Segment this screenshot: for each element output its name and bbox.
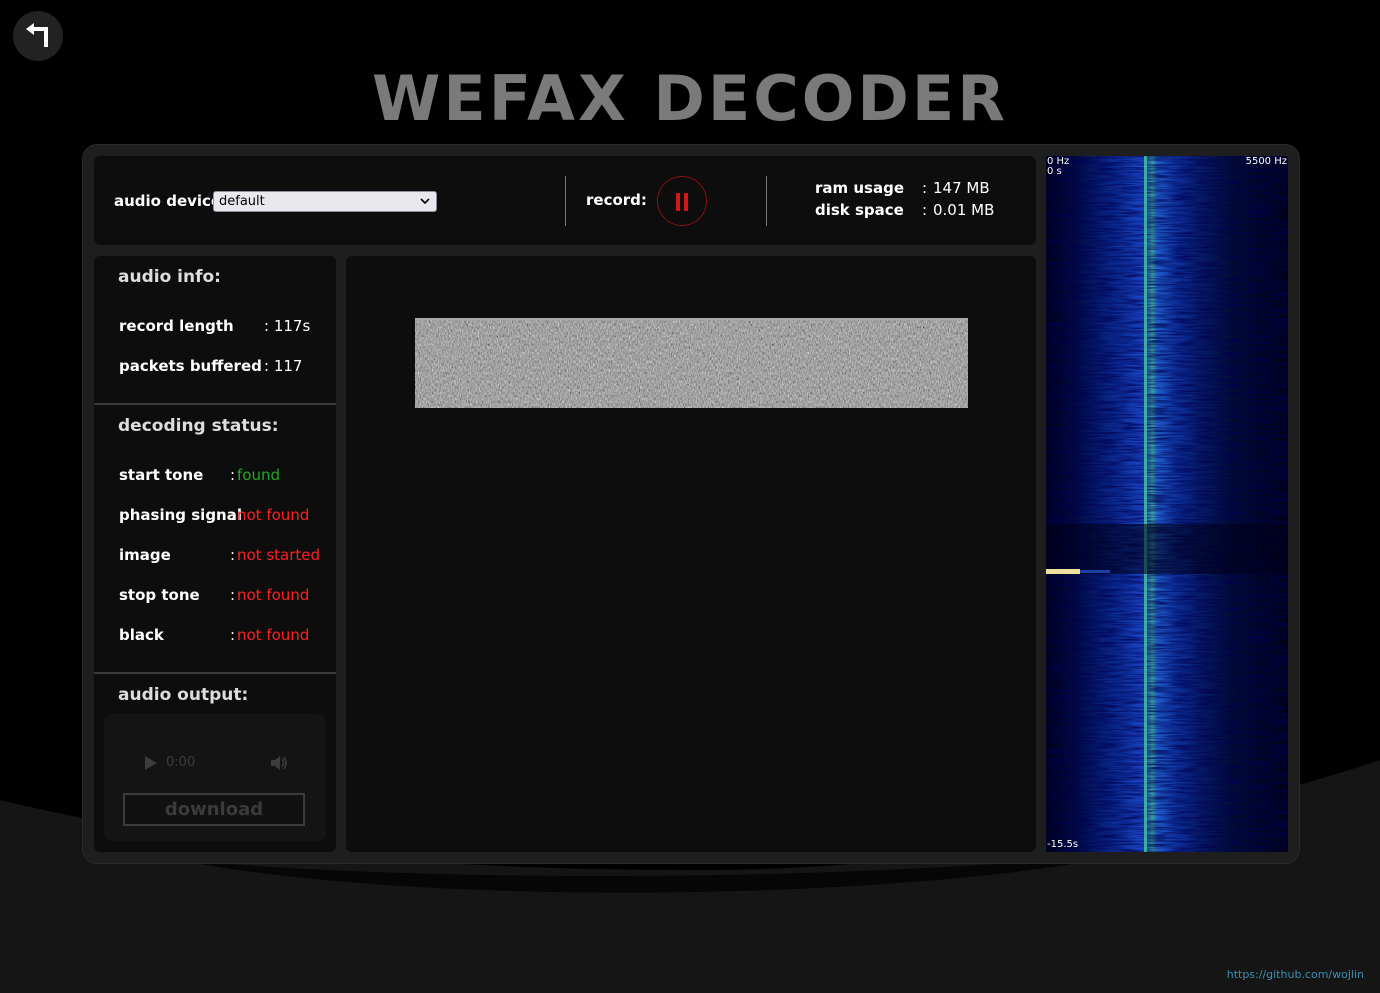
audio-device-value: default [219,194,265,209]
audio-info-title: audio info: [118,267,221,287]
player-time: 0:00 [166,755,196,770]
status-separator: : [230,546,236,564]
phasing-signal-status: not found [237,506,310,524]
disk-space-label: disk space [815,201,904,219]
stop-tone-status: not found [237,586,310,604]
audio-device-label: audio device: [114,192,228,210]
image-label: image [119,546,171,564]
audio-device-select[interactable]: default [213,191,437,212]
ram-usage-label: ram usage [815,179,905,197]
image-status: not started [237,546,321,564]
divider [565,176,566,226]
record-length-value: : 117s [264,317,311,335]
audio-output-title: audio output: [118,685,249,705]
packets-buffered-label: packets buffered [119,357,262,375]
spectrogram-waterfall [1046,156,1288,852]
decoding-status-title: decoding status: [118,416,279,436]
record-label: record: [586,191,647,209]
phasing-signal-label: phasing signal [119,506,242,524]
section-divider [94,672,336,674]
status-separator: : [230,626,236,644]
black-label: black [119,626,164,644]
play-icon[interactable] [144,755,158,771]
chevron-down-icon [420,198,430,205]
ram-usage-value: 147 MB [933,179,990,197]
section-divider [94,403,336,405]
github-link[interactable]: https://github.com/wojlin [1227,968,1364,981]
packets-buffered-value: : 117 [264,357,303,375]
download-button[interactable]: download [123,793,305,826]
ram-usage-separator: : [922,179,928,197]
app-title: WEFAX DECODER [372,62,1008,135]
record-pause-button[interactable] [657,176,707,226]
start-tone-status: found [237,466,280,484]
disk-space-separator: : [922,201,928,219]
divider [766,176,767,226]
status-separator: : [230,506,236,524]
record-length-label: record length [119,317,234,335]
volume-icon[interactable] [270,755,288,771]
black-status: not found [237,626,310,644]
stop-tone-label: stop tone [119,586,200,604]
status-separator: : [230,466,236,484]
disk-space-value: 0.01 MB [933,201,995,219]
fax-image-preview [415,318,968,408]
waterfall-time-bottom: -15.5s [1047,839,1079,850]
start-tone-label: start tone [119,466,204,484]
back-arrow-icon [26,23,48,47]
waterfall-time-top: 0 s [1047,166,1062,177]
back-button[interactable] [13,11,63,61]
waterfall-freq-max: 5500 Hz [1245,156,1287,167]
status-separator: : [230,586,236,604]
